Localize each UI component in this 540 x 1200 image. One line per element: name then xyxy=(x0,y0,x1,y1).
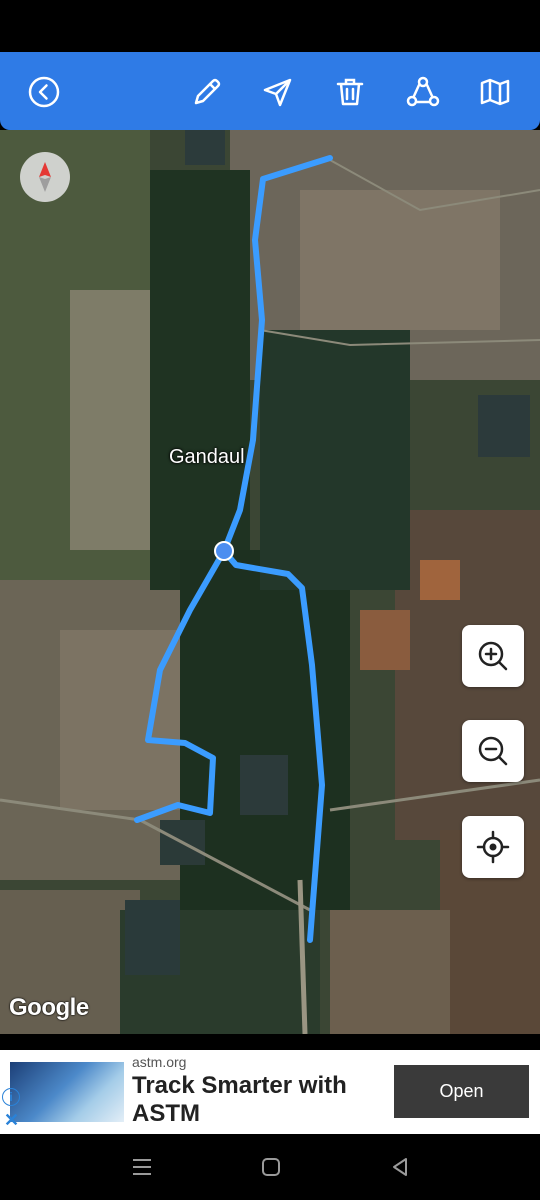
top-toolbar xyxy=(0,52,540,130)
recent-apps-button[interactable] xyxy=(127,1154,157,1180)
back-nav-button[interactable] xyxy=(385,1154,415,1180)
back-icon xyxy=(28,76,60,108)
send-icon xyxy=(263,78,292,107)
back-triangle-icon xyxy=(393,1158,407,1176)
my-location-icon xyxy=(476,830,510,864)
delete-button[interactable] xyxy=(328,70,372,114)
ad-info-icon[interactable]: i xyxy=(2,1088,20,1106)
compass-button[interactable] xyxy=(20,152,70,202)
navigate-button[interactable] xyxy=(256,70,300,114)
edit-button[interactable] xyxy=(185,70,229,114)
zoom-out-button[interactable] xyxy=(462,720,524,782)
google-attribution: Google xyxy=(9,994,89,1021)
ad-title[interactable]: Track Smarter with ASTM xyxy=(132,1072,382,1128)
zoom-in-icon xyxy=(478,641,508,671)
route-waypoint[interactable] xyxy=(214,541,234,561)
satellite-map[interactable]: Gandaul Google xyxy=(0,130,540,1034)
back-button[interactable] xyxy=(22,70,66,114)
compass-icon xyxy=(39,162,51,192)
satellite-terrain xyxy=(0,130,540,1034)
zoom-in-button[interactable] xyxy=(462,625,524,687)
menu-icon xyxy=(133,1159,151,1175)
share-button[interactable] xyxy=(401,70,445,114)
map-type-button[interactable] xyxy=(473,70,517,114)
pencil-icon xyxy=(194,78,221,105)
ad-close-icon[interactable]: ✕ xyxy=(4,1110,19,1131)
place-label: Gandaul xyxy=(169,446,245,468)
share-icon xyxy=(406,76,440,107)
ad-banner[interactable]: i ✕ astm.org Track Smarter with ASTM Ope… xyxy=(0,1050,540,1134)
ad-image[interactable] xyxy=(10,1062,124,1122)
my-location-button[interactable] xyxy=(462,816,524,878)
ad-open-button[interactable]: Open xyxy=(394,1065,529,1118)
trash-icon xyxy=(336,78,364,106)
home-button[interactable] xyxy=(256,1154,286,1180)
status-bar xyxy=(0,0,540,52)
zoom-out-icon xyxy=(478,736,508,766)
map-icon xyxy=(480,78,510,106)
system-navigation-bar xyxy=(0,1134,540,1200)
ad-domain: astm.org xyxy=(132,1054,187,1070)
home-square-icon xyxy=(262,1158,280,1176)
